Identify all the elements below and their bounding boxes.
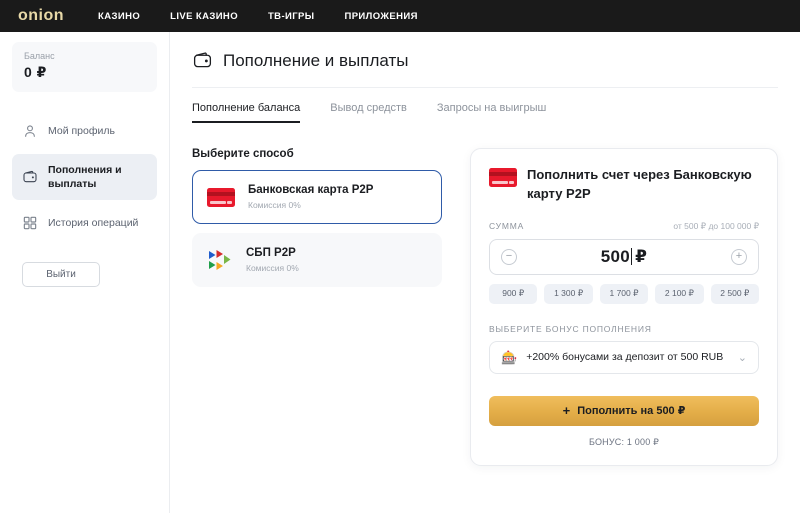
content-row: Выберите способ Банковская карта P2P Ком… <box>192 148 778 466</box>
bonus-select[interactable]: 🎰 +200% бонусами за депозит от 500 RUB ⌄ <box>489 340 759 374</box>
sidebar-item-profile[interactable]: Мой профиль <box>12 114 157 148</box>
chevron-down-icon[interactable]: ⌄ <box>738 351 747 364</box>
top-navigation-bar: onion КАЗИНО LIVE КАЗИНО ТВ-ИГРЫ ПРИЛОЖЕ… <box>0 0 800 32</box>
plus-icon: + <box>562 403 571 419</box>
amount-value-display: 500 ₽ <box>517 247 731 267</box>
nav-item-tv-games[interactable]: ТВ-ИГРЫ <box>268 11 314 22</box>
bonus-select-label: ВЫБЕРИТЕ БОНУС ПОПОЛНЕНИЯ <box>489 323 652 334</box>
payment-methods-column: Выберите способ Банковская карта P2P Ком… <box>192 148 442 466</box>
balance-card: Баланс 0 ₽ <box>12 42 157 92</box>
amount-field-header: СУММА от 500 ₽ до 100 000 ₽ <box>489 221 759 232</box>
sidebar-item-label: История операций <box>48 217 139 230</box>
nav-item-live-casino[interactable]: LIVE КАЗИНО <box>170 11 238 22</box>
amount-limits-hint: от 500 ₽ до 100 000 ₽ <box>673 220 759 231</box>
method-card-bank-card[interactable]: Банковская карта P2P Комиссия 0% <box>192 170 442 224</box>
amount-currency: ₽ <box>635 246 648 266</box>
sbp-icon <box>207 248 233 272</box>
nav-items: КАЗИНО LIVE КАЗИНО ТВ-ИГРЫ ПРИЛОЖЕНИЯ <box>98 11 418 22</box>
tab-deposit-balance[interactable]: Пополнение баланса <box>192 102 301 123</box>
sidebar-item-history[interactable]: История операций <box>12 206 157 240</box>
bank-card-icon <box>489 168 517 187</box>
amount-label: СУММА <box>489 220 525 231</box>
method-fee: Комиссия 0% <box>246 263 299 273</box>
nav-item-casino[interactable]: КАЗИНО <box>98 11 140 22</box>
page-title: Пополнение и выплаты <box>223 50 409 70</box>
quick-amount-chip[interactable]: 2 500 ₽ <box>710 283 760 304</box>
quick-amount-chips: 900 ₽ 1 300 ₽ 1 700 ₽ 2 100 ₽ 2 500 ₽ <box>489 283 760 304</box>
quick-amount-chip[interactable]: 2 100 ₽ <box>655 283 704 304</box>
logout-button[interactable]: Выйти <box>22 262 100 288</box>
slot-machine-icon: 🎰 <box>501 349 518 365</box>
sidebar-item-label: Мой профиль <box>48 124 115 137</box>
amount-number: 500 <box>600 246 631 266</box>
logo-text: onion <box>18 7 65 24</box>
method-card-sbp[interactable]: СБП P2P Комиссия 0% <box>192 233 442 287</box>
wallet-icon <box>192 50 213 71</box>
sidebar: Баланс 0 ₽ Мой профиль Пополнения и выпл… <box>0 32 170 513</box>
amount-input[interactable]: − 500 ₽ + <box>489 238 759 275</box>
tab-winning-requests[interactable]: Запросы на выигрыш <box>437 102 546 123</box>
deposit-panel-header: Пополнить счет через Банковскую карту P2… <box>489 166 759 204</box>
deposit-panel-title: Пополнить счет через Банковскую карту P2… <box>527 167 752 201</box>
brand-logo[interactable]: onion <box>18 8 64 24</box>
quick-amount-chip[interactable]: 1 700 ₽ <box>599 283 649 304</box>
quick-amount-chip[interactable]: 1 300 ₽ <box>544 283 593 304</box>
balance-label: Баланс <box>24 51 55 61</box>
wallet-icon <box>22 169 38 185</box>
plus-circle-icon[interactable]: + <box>731 248 747 265</box>
deposit-panel: Пополнить счет через Банковскую карту P2… <box>470 148 778 466</box>
bonus-selected-option: +200% бонусами за депозит от 500 RUB <box>526 351 724 364</box>
deposit-submit-button[interactable]: + Пополнить на 500 ₽ <box>489 395 759 426</box>
user-icon <box>22 123 38 139</box>
method-name: Банковская карта P2P <box>248 184 374 196</box>
text-caret <box>631 248 633 266</box>
quick-amount-chip[interactable]: 900 ₽ <box>489 283 538 304</box>
grid-icon <box>22 215 38 231</box>
sidebar-item-label: Пополнения и выплаты <box>48 164 122 191</box>
page-header: Пополнение и выплаты <box>192 50 778 88</box>
page-layout: Баланс 0 ₽ Мой профиль Пополнения и выпл… <box>0 32 800 513</box>
balance-value: 0 ₽ <box>24 64 47 80</box>
methods-section-title: Выберите способ <box>192 148 294 160</box>
nav-item-apps[interactable]: ПРИЛОЖЕНИЯ <box>344 11 417 22</box>
bank-card-icon <box>207 187 235 207</box>
main-content: Пополнение и выплаты Пополнение баланса … <box>170 32 800 513</box>
tab-withdraw-funds[interactable]: Вывод средств <box>330 102 407 123</box>
method-fee: Комиссия 0% <box>248 200 301 210</box>
method-name: СБП P2P <box>246 247 296 259</box>
bonus-amount-note: БОНУС: 1 000 ₽ <box>588 436 660 447</box>
tabs: Пополнение баланса Вывод средств Запросы… <box>192 102 778 123</box>
deposit-submit-label: Пополнить на 500 ₽ <box>577 405 686 418</box>
minus-circle-icon[interactable]: − <box>501 248 517 265</box>
sidebar-item-deposits-payouts[interactable]: Пополнения и выплаты <box>12 154 157 201</box>
